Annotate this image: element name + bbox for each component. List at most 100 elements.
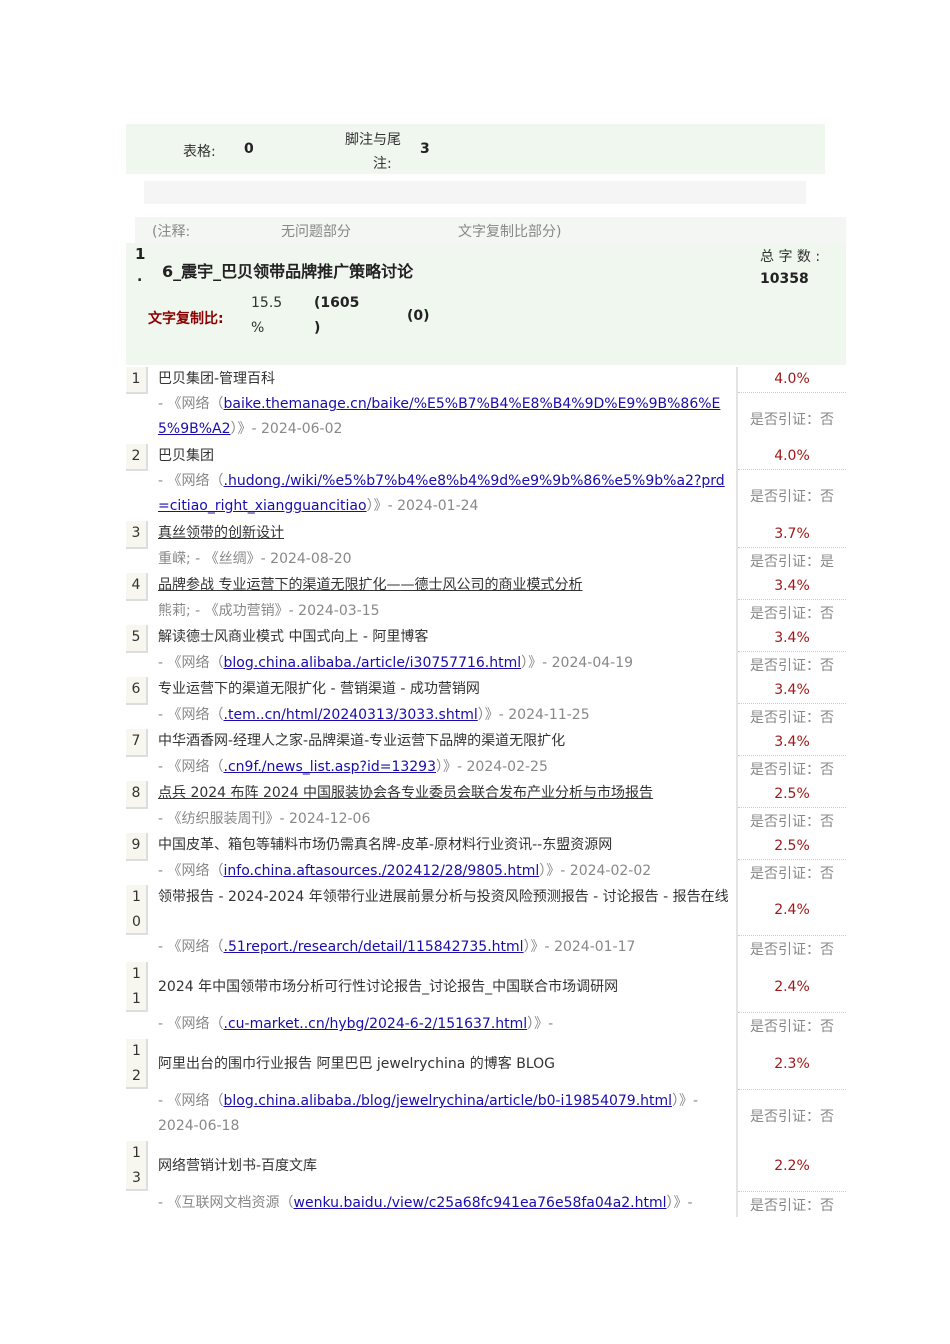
- footnotes-label-2: 注:: [373, 156, 392, 172]
- result-number: 13: [126, 1141, 148, 1191]
- source-link[interactable]: blog.china.alibaba./blog/jewelrychina/ar…: [224, 1093, 673, 1109]
- legend-note-label: (注释:: [152, 224, 191, 240]
- source-link[interactable]: info.china.aftasources./202412/28/9805.h…: [224, 863, 540, 879]
- result-title[interactable]: 品牌参战 专业运营下的渠道无限扩化——德士风公司的商业模式分析: [158, 573, 736, 599]
- copy-ratio-percent: %: [251, 320, 265, 336]
- total-words-label: 总 字 数 :: [760, 249, 821, 265]
- doc-index-dot: .: [137, 269, 143, 285]
- citation-status: 是否引证：否: [750, 813, 834, 830]
- result-title: 解读德士风商业模式 中国式向上 - 阿里博客: [158, 629, 429, 645]
- result-item: 1 巴贝集团-管理百科 - 《网络（baike.themanage.cn/bai…: [126, 367, 846, 444]
- result-number: 11: [126, 962, 148, 1012]
- citation-status: 是否引证：否: [750, 761, 834, 778]
- similarity-percent: 4.0%: [738, 444, 846, 470]
- footnotes-value: 3: [420, 141, 430, 157]
- citation-status: 是否引证：否: [750, 657, 834, 674]
- copied-count: (1605: [314, 295, 360, 311]
- citation-status: 是否引证：否: [750, 865, 834, 882]
- spacer-bar: [144, 181, 806, 204]
- citation-status: 是否引证：否: [750, 1197, 834, 1214]
- result-title: 2024 年中国领带市场分析可行性讨论报告_讨论报告_中国联合市场调研网: [158, 979, 619, 995]
- similarity-percent: 2.5%: [738, 781, 846, 808]
- result-number: 6: [126, 677, 148, 705]
- source-link[interactable]: wenku.baidu./view/c25a68fc941ea76e58fa04…: [294, 1195, 667, 1211]
- result-item: 8 点兵 2024 布阵 2024 中国服装协会各专业委员会联合发布产业分析与市…: [126, 781, 846, 833]
- source-prefix: 重嵘; - 《丝绸》- 2024-08-20: [158, 551, 352, 567]
- copy-ratio-value: 15.5: [251, 295, 283, 311]
- result-number: 2: [126, 444, 148, 471]
- source-suffix: ）》- 2024-04-19: [521, 655, 634, 671]
- result-title: 专业运营下的渠道无限扩化 - 营销渠道 - 成功营销网: [158, 681, 480, 697]
- doc-title: 6_震宇_巴贝领带品牌推广策略讨论: [162, 262, 414, 281]
- result-title: 中国皮革、箱包等辅料市场仍需真名牌-皮革-原材料行业资讯--东盟资源网: [158, 837, 613, 853]
- result-title: 阿里出台的围巾行业报告 阿里巴巴 jewelrychina 的博客 BLOG: [158, 1056, 555, 1072]
- citation-status: 是否引证：否: [750, 942, 834, 958]
- source-link[interactable]: .cu-market..cn/hybg/2024-6-2/151637.html: [224, 1016, 528, 1032]
- result-number: 4: [126, 573, 148, 601]
- result-item: 5 解读德士风商业模式 中国式向上 - 阿里博客 - 《网络（blog.chin…: [126, 625, 846, 677]
- result-title: 领带报告 - 2024-2024 年领带行业进展前景分析与投资风险预测报告 - …: [158, 889, 729, 905]
- source-suffix: ）》- 2024-02-25: [436, 759, 548, 775]
- citation-status: 是否引证：否: [750, 1108, 834, 1125]
- result-item: 4 品牌参战 专业运营下的渠道无限扩化——德士风公司的商业模式分析 熊莉; - …: [126, 573, 846, 625]
- source-link[interactable]: .tem..cn/html/20240313/3033.shtml: [224, 707, 478, 723]
- result-title: 巴贝集团: [158, 448, 214, 464]
- source-suffix: ）》-: [666, 1195, 693, 1211]
- copied-count-close: ): [314, 320, 321, 336]
- source-link[interactable]: .cn9f./news_list.asp?id=13293: [224, 759, 436, 775]
- citation-status: 是否引证：否: [750, 488, 834, 505]
- source-suffix: ）》- 2024-06-02: [230, 421, 343, 437]
- source-suffix: ）》- 2024-11-25: [477, 707, 590, 723]
- tables-value: 0: [244, 141, 254, 157]
- result-item: 12 阿里出台的围巾行业报告 阿里巴巴 jewelrychina 的博客 BLO…: [126, 1039, 846, 1141]
- result-title: 中华酒香网-经理人之家-品牌渠道-专业运营下品牌的渠道无限扩化: [158, 733, 566, 749]
- similarity-percent: 3.4%: [738, 625, 846, 652]
- source-prefix: - 《网络（: [158, 707, 224, 723]
- result-title[interactable]: 真丝领带的创新设计: [158, 521, 736, 547]
- result-number: 12: [126, 1039, 148, 1089]
- source-suffix: ）》- 2024-02-02: [539, 863, 652, 879]
- result-title: 网络营销计划书-百度文库: [158, 1158, 318, 1174]
- source-prefix: - 《网络（: [158, 655, 224, 671]
- result-number: 1: [126, 367, 148, 394]
- source-suffix: ）》- 2024-01-24: [366, 498, 479, 514]
- legend-ok: 无问题部分: [281, 224, 351, 240]
- citation-status: 是否引证：否: [750, 605, 834, 622]
- result-number: 3: [126, 521, 148, 549]
- source-link[interactable]: .51report./research/detail/115842735.htm…: [224, 939, 524, 955]
- source-prefix: - 《网络（: [158, 939, 224, 955]
- similarity-percent: 2.4%: [738, 962, 846, 1013]
- results-list: 1 巴贝集团-管理百科 - 《网络（baike.themanage.cn/bai…: [126, 367, 846, 1217]
- similarity-percent: 4.0%: [738, 367, 846, 393]
- legend-copied: 文字复制比部分): [458, 224, 562, 240]
- result-item: 11 2024 年中国领带市场分析可行性讨论报告_讨论报告_中国联合市场调研网 …: [126, 962, 846, 1039]
- similarity-percent: 3.4%: [738, 729, 846, 756]
- result-number: 8: [126, 781, 148, 809]
- result-number: 7: [126, 729, 148, 757]
- result-item: 7 中华酒香网-经理人之家-品牌渠道-专业运营下品牌的渠道无限扩化 - 《网络（…: [126, 729, 846, 781]
- zero-count: (0): [407, 308, 430, 324]
- source-prefix: - 《网络（: [158, 473, 224, 489]
- source-prefix: - 《纺织服装周刊》- 2024-12-06: [158, 811, 371, 827]
- result-item: 9 中国皮革、箱包等辅料市场仍需真名牌-皮革-原材料行业资讯--东盟资源网 - …: [126, 833, 846, 885]
- source-suffix: ）》-: [527, 1016, 554, 1032]
- result-item: 13 网络营销计划书-百度文库 - 《互联网文档资源（wenku.baidu./…: [126, 1141, 846, 1217]
- citation-status: 是否引证：否: [750, 411, 834, 428]
- result-item: 10 领带报告 - 2024-2024 年领带行业进展前景分析与投资风险预测报告…: [126, 885, 846, 962]
- similarity-percent: 2.3%: [738, 1039, 846, 1090]
- source-prefix: 熊莉; - 《成功营销》- 2024-03-15: [158, 603, 380, 619]
- similarity-percent: 2.4%: [738, 885, 846, 936]
- result-item: 6 专业运营下的渠道无限扩化 - 营销渠道 - 成功营销网 - 《网络（.tem…: [126, 677, 846, 729]
- legend-note: (注释: 无问题部分 文字复制比部分): [135, 217, 846, 243]
- citation-status: 是否引证：是: [750, 553, 834, 570]
- source-link[interactable]: blog.china.alibaba./article/i30757716.ht…: [224, 655, 522, 671]
- total-words-value: 10358: [760, 271, 809, 287]
- tables-label: 表格:: [183, 144, 216, 160]
- copy-ratio-label: 文字复制比:: [148, 311, 224, 327]
- footnotes-label: 脚注与尾: [345, 132, 401, 148]
- result-title[interactable]: 点兵 2024 布阵 2024 中国服装协会各专业委员会联合发布产业分析与市场报…: [158, 781, 736, 807]
- similarity-percent: 3.4%: [738, 573, 846, 600]
- source-prefix: - 《网络（: [158, 863, 224, 879]
- source-prefix: - 《网络（: [158, 396, 224, 412]
- result-number: 10: [126, 885, 148, 935]
